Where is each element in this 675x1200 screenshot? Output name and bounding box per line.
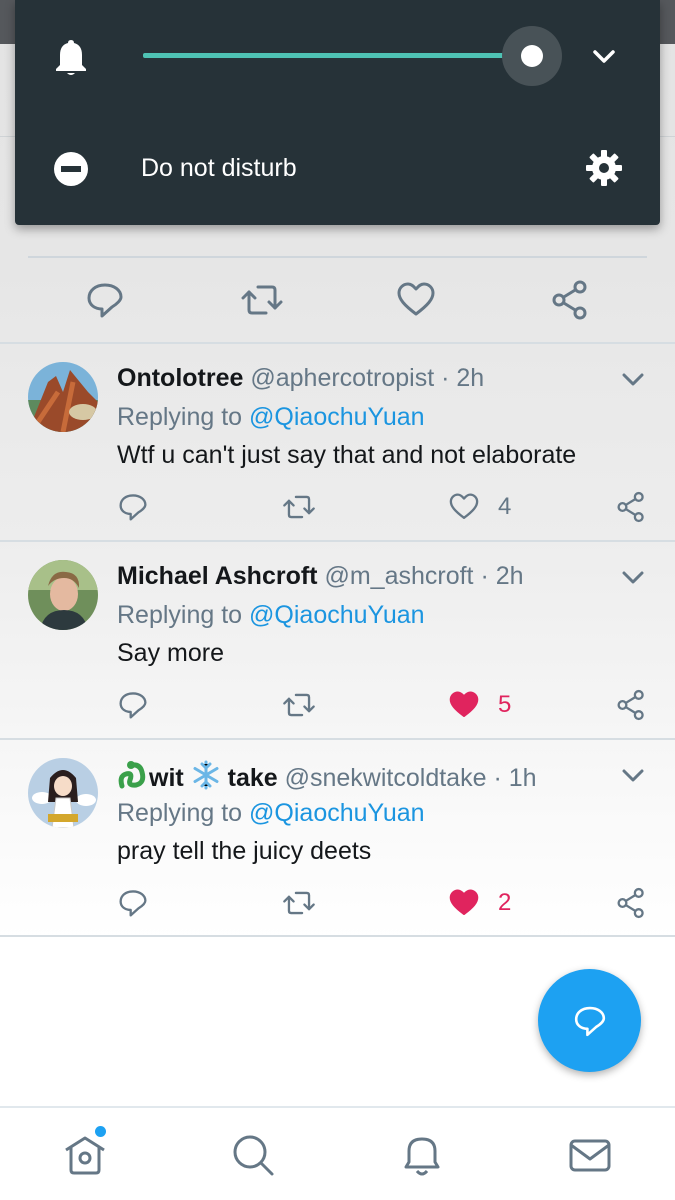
compose-reply-button[interactable] — [538, 969, 641, 1072]
minus-circle-icon[interactable] — [53, 151, 89, 187]
like-icon[interactable] — [448, 490, 480, 524]
main-tweet-divider — [28, 256, 647, 258]
volume-slider-track[interactable] — [143, 53, 535, 58]
gear-icon[interactable] — [584, 148, 624, 188]
messages-icon[interactable] — [565, 1130, 615, 1180]
retweet-icon[interactable] — [240, 278, 283, 322]
share-icon[interactable] — [550, 278, 590, 322]
display-name[interactable]: Ontolotree — [117, 364, 243, 392]
tweet-header: Ontolotree @aphercotropist · 2h — [117, 364, 484, 393]
snake-emoji-icon — [117, 760, 149, 797]
bottom-navigation — [0, 1106, 675, 1200]
tweet-text: pray tell the juicy deets — [117, 837, 372, 865]
replying-to-line: Replying to @QiaochuYuan — [117, 403, 425, 432]
tweet-divider — [0, 935, 675, 937]
like-count: 2 — [498, 889, 512, 916]
tweet-reply[interactable]: Ontolotree @aphercotropist · 2h Replying… — [0, 344, 675, 540]
handle[interactable]: @aphercotropist — [250, 364, 434, 392]
notifications-icon[interactable] — [397, 1130, 447, 1180]
retweet-icon[interactable] — [282, 490, 316, 524]
reply-icon[interactable] — [85, 278, 125, 322]
replying-to-label: Replying to — [117, 403, 243, 431]
display-name-part-2[interactable]: take — [228, 764, 278, 792]
reply-icon — [574, 1006, 606, 1037]
share-icon[interactable] — [615, 688, 647, 722]
home-icon[interactable] — [60, 1130, 110, 1180]
tweet-text: Wtf u can't just say that and not elabor… — [117, 441, 577, 469]
reply-icon[interactable] — [117, 886, 149, 920]
liked-heart-icon[interactable] — [448, 886, 480, 920]
avatar[interactable] — [28, 362, 98, 432]
mention-link[interactable]: @QiaochuYuan — [249, 799, 425, 827]
liked-heart-icon[interactable] — [448, 688, 480, 722]
tweet-text: Say more — [117, 639, 224, 667]
avatar[interactable] — [28, 758, 98, 828]
volume-slider-thumb[interactable] — [521, 45, 543, 67]
mention-link[interactable]: @QiaochuYuan — [249, 601, 425, 629]
tweet-reply[interactable]: wit take @snekwitcoldtake · 1h Replying … — [0, 740, 675, 936]
share-icon[interactable] — [615, 886, 647, 920]
replying-to-label: Replying to — [117, 601, 243, 629]
tweet-header: Michael Ashcroft @m_ashcroft · 2h — [117, 562, 524, 591]
handle[interactable]: @snekwitcoldtake — [285, 764, 487, 792]
handle[interactable]: @m_ashcroft — [324, 562, 473, 590]
timestamp: 1h — [508, 764, 537, 792]
like-count: 4 — [498, 493, 512, 520]
separator-dot: · — [493, 764, 502, 792]
chevron-down-icon[interactable] — [620, 764, 646, 786]
reply-icon[interactable] — [117, 490, 149, 524]
volume-panel: Do not disturb — [15, 0, 660, 225]
like-icon[interactable] — [396, 278, 436, 322]
main-tweet-actions — [0, 278, 675, 322]
replying-to-line: Replying to @QiaochuYuan — [117, 601, 425, 630]
tweet-header: wit take @snekwitcoldtake · 1h — [117, 760, 537, 797]
chevron-down-icon[interactable] — [620, 368, 646, 390]
timestamp: 2h — [456, 364, 485, 392]
chevron-down-icon[interactable] — [620, 566, 646, 588]
snowflake-emoji-icon — [191, 760, 221, 797]
like-count: 5 — [498, 691, 512, 718]
replying-to-label: Replying to — [117, 799, 243, 827]
reply-icon[interactable] — [117, 688, 149, 722]
separator-dot: · — [480, 562, 489, 590]
new-content-dot — [95, 1126, 106, 1137]
display-name-part-1[interactable]: wit — [149, 764, 184, 792]
tweet-reply[interactable]: Michael Ashcroft @m_ashcroft · 2h Replyi… — [0, 542, 675, 738]
do-not-disturb-label[interactable]: Do not disturb — [141, 154, 297, 183]
chevron-down-icon[interactable] — [589, 43, 619, 69]
search-icon[interactable] — [228, 1130, 278, 1180]
share-icon[interactable] — [615, 490, 647, 524]
retweet-icon[interactable] — [282, 886, 316, 920]
display-name[interactable]: Michael Ashcroft — [117, 562, 318, 590]
mention-link[interactable]: @QiaochuYuan — [249, 403, 425, 431]
bell-icon[interactable] — [53, 38, 89, 76]
timestamp: 2h — [495, 562, 524, 590]
retweet-icon[interactable] — [282, 688, 316, 722]
replying-to-line: Replying to @QiaochuYuan — [117, 799, 425, 828]
avatar[interactable] — [28, 560, 98, 630]
separator-dot: · — [441, 364, 450, 392]
